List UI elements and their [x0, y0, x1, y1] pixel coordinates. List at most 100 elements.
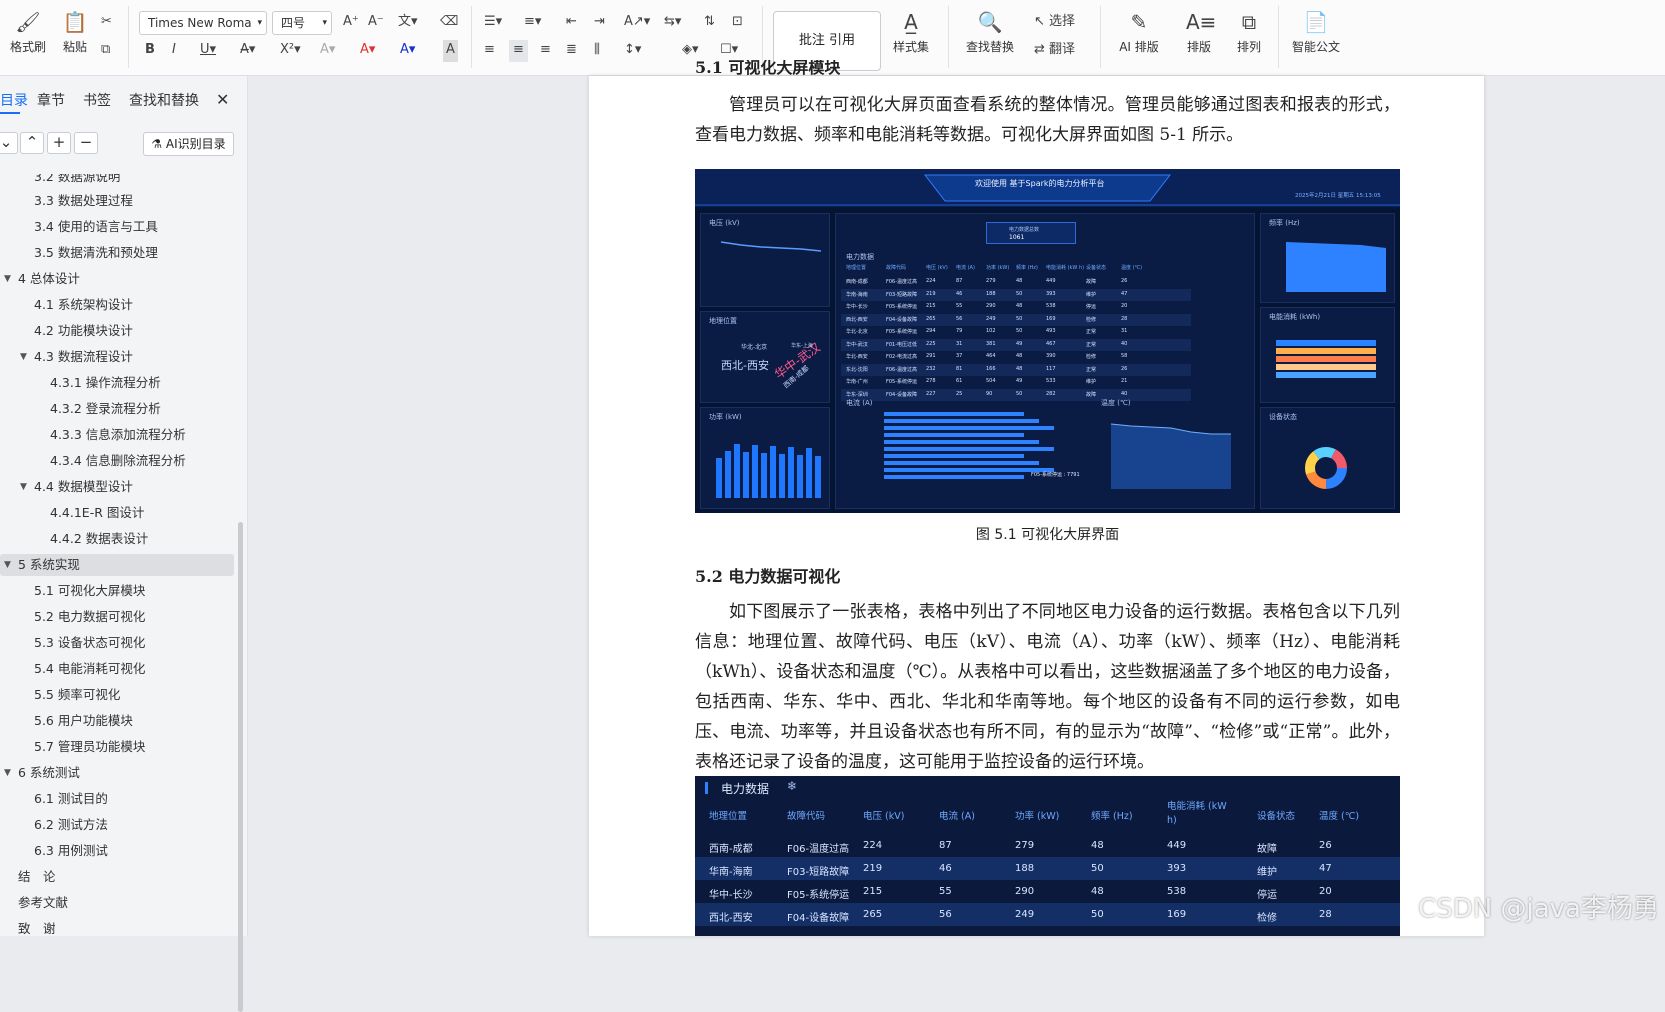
cut-icon[interactable]: ✂: [101, 12, 112, 34]
tab-chapters[interactable]: 章节: [37, 90, 65, 110]
expand-triangle-icon[interactable]: ▼: [4, 554, 11, 576]
toc-item[interactable]: 4 总体设计: [18, 268, 80, 290]
justify-icon[interactable]: ≣: [566, 40, 577, 62]
toc-item[interactable]: 6.1 测试目的: [34, 788, 108, 810]
toc-item[interactable]: 5.7 管理员功能模块: [34, 736, 145, 758]
align-left-icon[interactable]: ≡: [484, 40, 495, 62]
font-size-select[interactable]: 四号 ▾: [272, 11, 332, 35]
text-direction-icon[interactable]: A↗▾: [624, 12, 650, 34]
toc-item[interactable]: 3.4 使用的语言与工具: [34, 216, 158, 238]
layout-button[interactable]: A≡ 排版: [1176, 10, 1222, 55]
tab-toc[interactable]: 目录: [0, 90, 28, 110]
paste-button[interactable]: 📋 粘贴: [55, 10, 95, 55]
underline-icon[interactable]: U▾: [200, 40, 216, 62]
remove-heading-button[interactable]: −: [74, 132, 98, 154]
expand-triangle-icon[interactable]: ▼: [4, 268, 11, 290]
show-marks-icon[interactable]: ⊡: [732, 12, 743, 34]
toc-item[interactable]: 4.3.2 登录流程分析: [50, 398, 161, 420]
section-heading[interactable]: 5.2 电力数据可视化: [695, 563, 840, 587]
toc-item[interactable]: 4.3.4 信息删除流程分析: [50, 450, 186, 472]
strikethrough-icon[interactable]: A̶▾: [240, 40, 255, 62]
toc-item[interactable]: 5.2 电力数据可视化: [34, 606, 145, 628]
toc-item[interactable]: 4.2 功能模块设计: [34, 320, 133, 342]
expand-triangle-icon[interactable]: ▼: [4, 762, 11, 784]
smart-doc-button[interactable]: 📄 智能公文: [1288, 10, 1344, 55]
italic-icon[interactable]: I: [172, 40, 176, 62]
translate-button[interactable]: ⇄ 翻译: [1034, 40, 1075, 62]
toc-item[interactable]: 4.1 系统架构设计: [34, 294, 133, 316]
format-painter-button[interactable]: 🖌 格式刷: [8, 10, 48, 55]
toc-item[interactable]: 5.5 频率可视化: [34, 684, 120, 706]
toc-item[interactable]: 5.6 用户功能模块: [34, 710, 133, 732]
tab-bookmarks[interactable]: 书签: [83, 90, 111, 110]
distribute-icon[interactable]: ⫼: [594, 40, 600, 62]
bold-icon[interactable]: B: [145, 40, 155, 62]
outdent-icon[interactable]: ⇤: [566, 12, 577, 34]
nav-scrollbar[interactable]: [238, 522, 243, 1012]
toc-item[interactable]: 3.5 数据清洗和预处理: [34, 242, 158, 264]
paragraph-table-description[interactable]: 如下图展示了一张表格，表格中列出了不同地区电力设备的运行数据。表格包含以下几列信…: [695, 597, 1400, 777]
arrange-button[interactable]: ⧉ 排列: [1226, 10, 1272, 55]
bullet-list-icon[interactable]: ☰▾: [484, 12, 502, 34]
toc-item[interactable]: 参考文献: [18, 892, 68, 914]
phonetic-icon[interactable]: 文▾: [398, 12, 418, 34]
char-shading-icon[interactable]: A: [443, 40, 458, 62]
dashboard-table-cell: F03-短路故障: [886, 291, 918, 298]
indent-icon[interactable]: ⇥: [594, 12, 605, 34]
line-break-icon[interactable]: ⇆▾: [664, 12, 681, 34]
font-color-icon[interactable]: A▾: [400, 40, 415, 62]
dashboard-table-cell: 50: [1016, 315, 1023, 322]
dashboard-table-cell: 20: [1121, 303, 1128, 309]
dashboard-table-row: 东北-沈阳 F06-温度过高 232 81 166 48 117 正常 26: [841, 363, 1191, 376]
text-effect-icon[interactable]: A▾: [320, 40, 335, 62]
toc-item[interactable]: 5 系统实现: [18, 554, 80, 576]
select-button[interactable]: ↖ 选择: [1034, 12, 1075, 34]
numbered-list-icon[interactable]: ≡▾: [524, 12, 541, 34]
collapse-dropdown-button[interactable]: ⌄: [0, 132, 18, 154]
find-replace-button[interactable]: 🔍 查找替换: [958, 10, 1022, 55]
toc-item[interactable]: 6.3 用例测试: [34, 840, 108, 862]
toc-item[interactable]: 4.3.3 信息添加流程分析: [50, 424, 186, 446]
toc-item[interactable]: 4.4 数据模型设计: [34, 476, 133, 498]
align-right-icon[interactable]: ≡: [540, 40, 551, 62]
copy-icon[interactable]: ⧉: [101, 40, 110, 62]
toc-item[interactable]: 4.4.2 数据表设计: [50, 528, 148, 550]
paragraph-dashboard[interactable]: 管理员可以在可视化大屏页面查看系统的整体情况。管理员能够通过图表和报表的形式，查…: [695, 90, 1400, 150]
toc-item[interactable]: 5.1 可视化大屏模块: [34, 580, 145, 602]
ai-layout-button[interactable]: ✎ AI 排版: [1110, 10, 1168, 55]
line-spacing-icon[interactable]: ↕▾: [624, 40, 641, 62]
tab-find-replace[interactable]: 查找和替换: [129, 90, 199, 110]
ai-toc-button[interactable]: ⚗ AI识别目录: [143, 132, 234, 156]
toc-item[interactable]: 6.2 测试方法: [34, 814, 108, 836]
close-icon[interactable]: ✕: [216, 90, 229, 109]
dashboard-table-cell: F04-设备故障: [886, 316, 918, 323]
border-icon[interactable]: ☐▾: [720, 40, 738, 62]
dashboard-table-cell: 正常: [1086, 329, 1097, 335]
superscript-icon[interactable]: X²▾: [280, 40, 301, 62]
decrease-font-icon[interactable]: A⁻: [368, 12, 384, 34]
add-heading-button[interactable]: +: [47, 132, 71, 154]
toc-item[interactable]: 3.3 数据处理过程: [34, 190, 133, 212]
expand-triangle-icon[interactable]: ▼: [20, 476, 27, 498]
toc-item[interactable]: 5.4 电能消耗可视化: [34, 658, 145, 680]
title-marker: [705, 782, 708, 794]
toc-item[interactable]: 4.4.1E-R 图设计: [50, 502, 144, 524]
shading-icon[interactable]: ◈▾: [682, 40, 699, 62]
toc-item[interactable]: 致 谢: [18, 918, 56, 940]
expand-triangle-icon[interactable]: ▼: [20, 346, 27, 368]
toc-item[interactable]: 4.3.1 操作流程分析: [50, 372, 161, 394]
toc-item[interactable]: 3.2 数据源说明: [34, 174, 120, 186]
toc-item[interactable]: 结 论: [18, 866, 56, 888]
toc-item[interactable]: 4.3 数据流程设计: [34, 346, 133, 368]
ribbon-separator: [128, 6, 129, 68]
font-name-select[interactable]: Times New Roma ▾: [139, 11, 267, 35]
toc-item[interactable]: 5.3 设备状态可视化: [34, 632, 145, 654]
highlight-icon[interactable]: A▾: [360, 40, 375, 62]
level-up-button[interactable]: ⌃: [20, 132, 44, 154]
toc-item[interactable]: 6 系统测试: [18, 762, 80, 784]
increase-font-icon[interactable]: A⁺: [343, 12, 359, 34]
sort-icon[interactable]: ⇅: [704, 12, 715, 34]
align-center-icon[interactable]: ≡: [509, 40, 528, 62]
eraser-icon[interactable]: ⌫: [440, 12, 458, 34]
style-set-button[interactable]: A̲ 样式集: [886, 10, 936, 55]
